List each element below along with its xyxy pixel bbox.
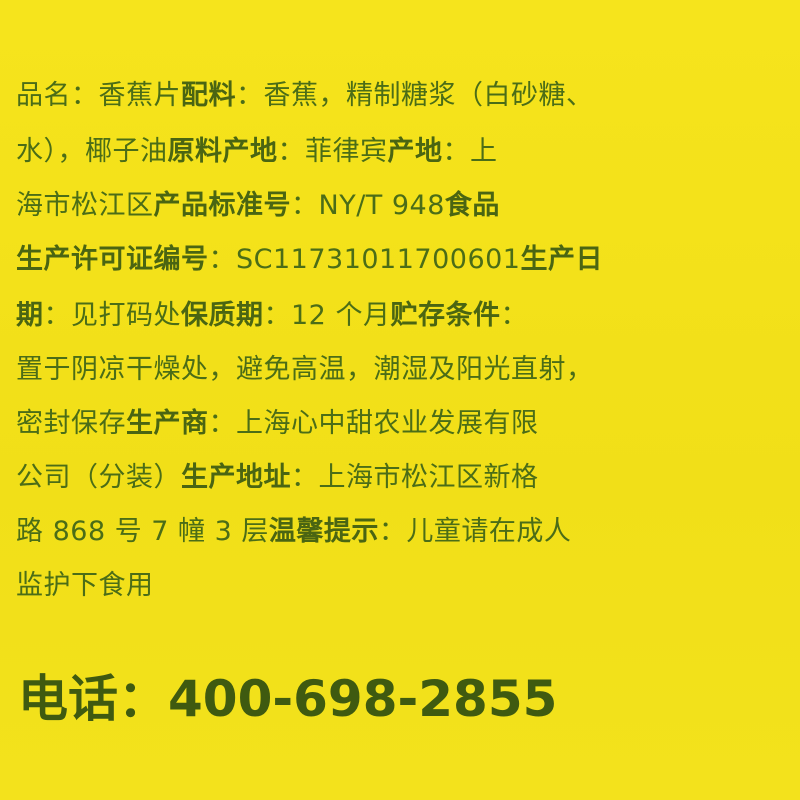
shelf-life-heading: 保质期: [181, 300, 264, 331]
license-heading-cont: 生产许可证编号: [16, 244, 209, 275]
standard-heading: 产品标准号: [153, 190, 291, 221]
label-line-6: 置于阴凉干燥处，避免高温，潮湿及阳光直射，: [16, 350, 786, 390]
phone-number: 电话：400-698-2855: [18, 670, 558, 728]
production-date-heading: 生产日: [520, 244, 603, 275]
ingredients-text-cont: 水），椰子油: [16, 136, 168, 167]
origin-heading: 原料产地: [167, 136, 278, 167]
manufacturer-heading: 生产商: [126, 408, 209, 439]
label-line-2: 水），椰子油原料产地：菲律宾产地：上: [16, 132, 786, 172]
product-name: 品名：香蕉片: [16, 80, 181, 111]
production-place-heading: 产地: [387, 136, 443, 167]
label-line-1: 品名：香蕉片配料：香蕉，精制糖浆（白砂糖、: [16, 76, 786, 116]
license-value: ：SC11731011700601: [208, 244, 521, 275]
license-heading: 食品: [444, 190, 500, 221]
reminder-value-cont: 监护下食用: [16, 570, 154, 601]
label-line-10: 监护下食用: [16, 566, 786, 606]
label-line-8: 公司（分装）生产地址：上海市松江区新格: [16, 458, 786, 498]
ingredients-text: ：香蕉，精制糖浆（白砂糖、: [236, 80, 594, 111]
reminder-value: ：儿童请在成人: [378, 516, 572, 547]
label-line-7: 密封保存生产商：上海心中甜农业发展有限: [16, 404, 786, 444]
storage-value: 置于阴凉干燥处，避免高温，潮湿及阳光直射，: [16, 354, 594, 385]
shelf-life-value: ：12 个月: [263, 300, 391, 331]
manufacturer-value-cont: 公司（分装）: [16, 462, 181, 493]
ingredients-heading: 配料: [181, 80, 236, 111]
address-value-cont: 路 868 号 7 幢 3 层: [16, 516, 269, 547]
storage-value-cont: 密封保存: [16, 408, 126, 439]
standard-value: ：NY/T 948: [291, 190, 445, 221]
package-label: 品名：香蕉片配料：香蕉，精制糖浆（白砂糖、 水），椰子油原料产地：菲律宾产地：上…: [0, 0, 800, 800]
production-place-value: ：上: [442, 136, 498, 167]
label-line-9: 路 868 号 7 幢 3 层温馨提示：儿童请在成人: [16, 512, 786, 552]
label-line-3: 海市松江区产品标准号：NY/T 948食品: [16, 186, 786, 226]
manufacturer-value: ：上海心中甜农业发展有限: [208, 408, 539, 439]
storage-heading: 贮存条件: [390, 300, 501, 331]
address-heading: 生产地址: [181, 462, 291, 493]
label-line-4: 生产许可证编号：SC11731011700601生产日: [16, 240, 786, 280]
origin-value: ：菲律宾: [277, 136, 388, 167]
production-date-value: ：见打码处: [43, 300, 181, 331]
production-date-heading-cont: 期: [16, 300, 44, 331]
address-value: ：上海市松江区新格: [291, 462, 539, 493]
production-place-value-cont: 海市松江区: [16, 190, 154, 221]
label-line-5: 期：见打码处保质期：12 个月贮存条件：: [16, 296, 786, 336]
reminder-heading: 温馨提示: [268, 516, 379, 547]
storage-colon: ：: [500, 300, 528, 331]
